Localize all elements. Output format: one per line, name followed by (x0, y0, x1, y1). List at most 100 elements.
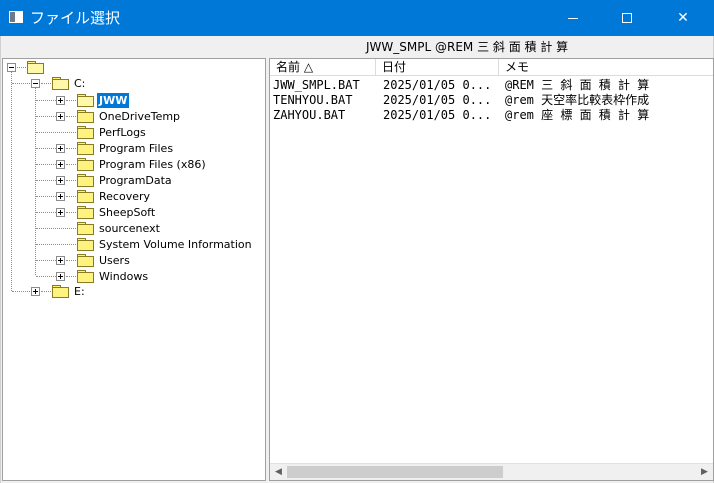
window-title: ファイル選択 (30, 9, 121, 27)
window-app-icon (9, 11, 23, 23)
tree-connector (36, 260, 56, 261)
folder-icon (77, 222, 94, 235)
column-header-date[interactable]: 日付 (376, 59, 499, 76)
root-collapse-toggle[interactable] (7, 63, 16, 72)
tree-connector (36, 180, 56, 181)
maximize-button[interactable] (604, 0, 650, 36)
folder-icon (77, 110, 94, 123)
list-header: 名前 △ 日付 メモ (270, 59, 713, 76)
tree-item-drive-c[interactable]: C: (72, 76, 87, 91)
tree-connector (36, 244, 76, 245)
tree-connector (66, 180, 76, 181)
tree-connector (66, 100, 76, 101)
tree-connector (36, 196, 56, 197)
tree-item-sourcenext[interactable]: sourcenext (97, 221, 162, 236)
cell-name: ZAHYOU.BAT (273, 108, 346, 122)
folder-icon (77, 174, 94, 187)
cell-date: 2025/01/05 0... (383, 93, 492, 107)
tree-connector (66, 196, 76, 197)
expand-toggle-recovery[interactable] (56, 192, 65, 201)
tree-connector (36, 100, 56, 101)
root-folder-icon (27, 61, 44, 74)
cell-date: 2025/01/05 0... (383, 108, 492, 122)
file-list[interactable]: 名前 △ 日付 メモ JWW_SMPL.BAT 2025/01/05 0... @R… (269, 58, 714, 481)
minimize-button[interactable] (550, 0, 596, 36)
drive-e-folder-icon (52, 285, 69, 298)
tree-item-system-volume-information[interactable]: System Volume Information (97, 237, 254, 252)
table-row[interactable]: ZAHYOU.BAT 2025/01/05 0... @rem 座 標 面 積 計 … (270, 108, 713, 123)
drive-c-folder-icon (52, 77, 69, 90)
scroll-thumb[interactable] (287, 466, 503, 478)
folder-icon (77, 142, 94, 155)
column-header-memo[interactable]: メモ (499, 59, 713, 76)
tree-connector (41, 291, 51, 292)
tree-item-programdata[interactable]: ProgramData (97, 173, 174, 188)
folder-icon (77, 190, 94, 203)
tree-connector (66, 164, 76, 165)
close-icon: ✕ (677, 10, 689, 26)
cell-memo: @REM 三 斜 面 積 計 算 (505, 78, 650, 92)
folder-icon (77, 94, 94, 107)
folder-icon (77, 158, 94, 171)
tree-connector (36, 148, 56, 149)
folder-icon (77, 206, 94, 219)
cell-name: TENHYOU.BAT (273, 93, 353, 107)
close-button[interactable]: ✕ (660, 0, 706, 36)
tree-item-drive-e[interactable]: E: (72, 284, 87, 299)
drive-e-expand-toggle[interactable] (31, 287, 40, 296)
drive-c-collapse-toggle[interactable] (31, 79, 40, 88)
tree-connector (66, 260, 76, 261)
expand-toggle-windows[interactable] (56, 272, 65, 281)
cell-memo: @rem 座 標 面 積 計 算 (505, 108, 650, 122)
tree-connector (36, 228, 76, 229)
tree-item-recovery[interactable]: Recovery (97, 189, 152, 204)
cell-name: JWW_SMPL.BAT (273, 78, 360, 92)
cell-date: 2025/01/05 0... (383, 78, 492, 92)
expand-toggle-onedrivetemp[interactable] (56, 112, 65, 121)
tree-connector (66, 212, 76, 213)
tree-connector (36, 212, 56, 213)
tree-connector (12, 83, 32, 84)
expand-toggle-program-files[interactable] (56, 144, 65, 153)
horizontal-scrollbar[interactable]: ◀ ▶ (270, 463, 713, 480)
tree-connector (66, 116, 76, 117)
expand-toggle-jww[interactable] (56, 96, 65, 105)
tree-item-windows[interactable]: Windows (97, 269, 150, 284)
scroll-right-arrow-icon[interactable]: ▶ (696, 464, 713, 480)
folder-icon (77, 254, 94, 267)
scroll-left-arrow-icon[interactable]: ◀ (270, 464, 287, 480)
minimize-icon (568, 17, 578, 19)
folder-tree[interactable]: C: JWW OneDriveTemp PerfLogs Program Files P… (2, 58, 266, 481)
tree-connector (36, 164, 56, 165)
expand-toggle-programdata[interactable] (56, 176, 65, 185)
tree-connector (36, 116, 56, 117)
column-header-name[interactable]: 名前 △ (270, 59, 376, 76)
title-bar[interactable]: ファイル選択 ✕ (0, 0, 714, 36)
folder-icon (77, 126, 94, 139)
tree-item-onedrivetemp[interactable]: OneDriveTemp (97, 109, 182, 124)
tree-connector (41, 83, 51, 84)
tree-item-sheepsoft[interactable]: SheepSoft (97, 205, 157, 220)
tree-connector (17, 67, 26, 68)
tree-connector (11, 72, 12, 291)
table-row[interactable]: TENHYOU.BAT 2025/01/05 0... @rem 天空率比較表枠作成 (270, 93, 713, 108)
table-row[interactable]: JWW_SMPL.BAT 2025/01/05 0... @REM 三 斜 面 積 … (270, 78, 713, 93)
current-file-label: JWW_SMPL @REM 三 斜 面 積 計 算 (366, 40, 569, 54)
tree-item-jww[interactable]: JWW (97, 93, 130, 108)
tree-item-program-files[interactable]: Program Files (97, 141, 175, 156)
expand-toggle-users[interactable] (56, 256, 65, 265)
folder-icon (77, 270, 94, 283)
maximize-icon (622, 13, 632, 23)
tree-connector (36, 276, 56, 277)
tree-item-perflogs[interactable]: PerfLogs (97, 125, 148, 140)
tree-connector (66, 276, 76, 277)
tree-item-program-files-x86[interactable]: Program Files (x86) (97, 157, 208, 172)
tree-connector (12, 291, 32, 292)
expand-toggle-program-files-x86[interactable] (56, 160, 65, 169)
folder-icon (77, 238, 94, 251)
tree-connector (36, 132, 76, 133)
cell-memo: @rem 天空率比較表枠作成 (505, 93, 650, 107)
tree-connector (66, 148, 76, 149)
tree-item-users[interactable]: Users (97, 253, 132, 268)
expand-toggle-sheepsoft[interactable] (56, 208, 65, 217)
